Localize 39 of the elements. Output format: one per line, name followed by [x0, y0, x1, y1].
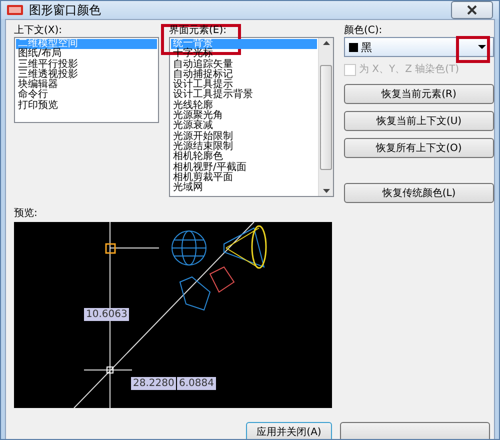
scroll-down-icon: [322, 189, 330, 193]
window-title: 图形窗口颜色: [29, 2, 101, 18]
restore-button[interactable]: 恢复传统颜色(L): [344, 183, 494, 203]
list-item[interactable]: 自动追踪矢量: [171, 60, 317, 70]
list-item[interactable]: 打印预览: [16, 100, 157, 112]
list-item[interactable]: 设计工具提示背景: [171, 90, 317, 101]
restore-button[interactable]: 恢复当前元素(R): [344, 84, 494, 104]
list-item[interactable]: 光源衰减: [171, 121, 317, 132]
color-value: 黑: [361, 40, 372, 54]
close-icon: [467, 5, 477, 15]
list-item[interactable]: 块编辑器: [16, 80, 157, 90]
caret-icon: [478, 45, 486, 49]
color-label: 颜色(C):: [344, 24, 384, 37]
color-swatch-icon: [349, 42, 358, 52]
dimension-value: 28.2280: [131, 377, 176, 390]
scroll-thumb[interactable]: [320, 64, 332, 170]
list-item[interactable]: 相机视野/平截面: [171, 162, 317, 173]
list-item[interactable]: 命令行: [16, 90, 157, 101]
app-logo-icon: [7, 4, 23, 16]
list-item[interactable]: 三维平行投影: [16, 60, 157, 70]
restore-button[interactable]: 恢复所有上下文(O): [344, 138, 494, 158]
restore-button[interactable]: 恢复当前上下文(U): [344, 111, 494, 131]
checkbox-label: 为 X、Y、Z 轴染色(T): [359, 63, 460, 76]
context-label: 上下文(X):: [14, 24, 64, 37]
apply-close-button[interactable]: 应用并关闭(A): [246, 422, 332, 439]
elements-label: 界面元素(E):: [169, 24, 228, 37]
list-item[interactable]: 光域网: [171, 183, 317, 194]
preview-label: 预览:: [14, 207, 38, 220]
list-item[interactable]: 光源开始限制: [171, 132, 317, 142]
color-dropdown[interactable]: 黑: [344, 37, 494, 57]
highlight-frame: [456, 36, 490, 63]
dimension-value: 10.6063: [84, 308, 130, 321]
dimension-value: 6.0884: [177, 377, 216, 390]
scroll-up-icon: [322, 41, 330, 45]
dialog-button[interactable]: [340, 422, 490, 439]
scrollbar[interactable]: [318, 38, 333, 196]
close-button[interactable]: [451, 1, 493, 19]
list-item[interactable]: 相机轮廓色: [171, 152, 317, 163]
list-item[interactable]: 图纸/布局: [16, 49, 157, 60]
